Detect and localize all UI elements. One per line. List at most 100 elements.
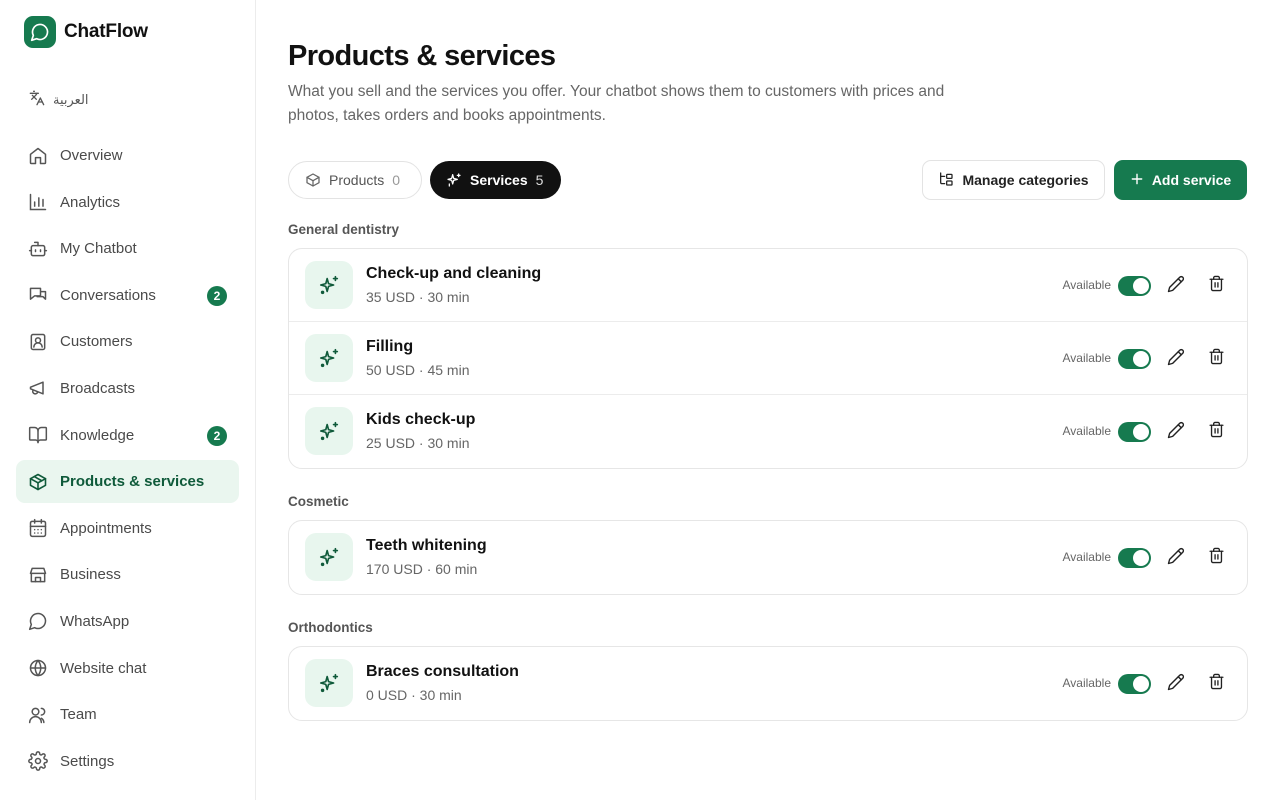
delete-button[interactable] [1205,348,1227,370]
service-row: Check-up and cleaning 35 USD · 30 min Av… [289,249,1247,322]
sparkles-icon [305,533,353,581]
delete-button[interactable] [1205,275,1227,297]
tab-products[interactable]: Products 0 [288,161,422,199]
sidebar-item-whatsapp[interactable]: WhatsApp [16,600,239,643]
toggle-knob [1133,676,1149,692]
sidebar-item-business[interactable]: Business [16,553,239,596]
availability-toggle[interactable] [1118,422,1151,442]
sidebar-item-label: Business [60,566,121,584]
sparkles-icon [305,407,353,455]
language-switch[interactable]: العربية [29,90,89,109]
plus-icon [1130,172,1144,189]
edit-button[interactable] [1165,673,1187,695]
add-service-button[interactable]: Add service [1114,160,1247,200]
page-description: What you sell and the services you offer… [288,83,945,124]
tab-label: Services [470,172,528,188]
sparkles-icon [305,659,353,707]
pencil-icon [1167,547,1185,570]
sidebar-item-label: Appointments [60,519,152,537]
sparkles-icon [305,261,353,309]
contact-icon [28,332,48,352]
unread-badge: 2 [207,285,227,306]
edit-button[interactable] [1165,275,1187,297]
sidebar-item-label: Overview [60,147,123,164]
trash-icon [1208,348,1225,370]
tab-count: 5 [535,172,544,188]
service-row: Teeth whitening 170 USD · 60 min Availab… [289,521,1247,594]
translate-icon [29,90,45,109]
edit-button[interactable] [1165,348,1187,370]
delete-button[interactable] [1205,421,1227,443]
edit-button[interactable] [1165,421,1187,443]
service-card: Braces consultation 0 USD · 30 min Avail… [288,646,1248,721]
service-name: Filling [366,338,414,355]
sparkles-icon [446,172,462,188]
edit-button[interactable] [1165,547,1187,569]
service-name: Braces consultation [366,663,519,680]
tab-label: Products [329,172,385,188]
category-heading: Cosmetic [288,494,349,509]
service-name: Kids check-up [366,411,476,428]
sidebar-item-label: Analytics [60,193,121,211]
chat-circle-icon [28,611,48,631]
service-card: Teeth whitening 170 USD · 60 min Availab… [288,520,1248,595]
sidebar-item-knowledge[interactable]: Knowledge 2 [16,414,239,457]
sidebar-item-label: Settings [60,752,115,770]
pencil-icon [1167,275,1185,298]
toggle-knob [1133,550,1149,566]
store-icon [28,565,48,585]
sidebar-item-my-chatbot[interactable]: My Chatbot [16,227,239,270]
sidebar-item-customers[interactable]: Customers [16,320,239,363]
manage-categories-label: Manage categories [962,172,1089,188]
sidebar-item-overview[interactable]: Overview [16,134,239,177]
box-icon [305,172,321,188]
category-heading: General dentistry [288,222,400,237]
sidebar-item-settings[interactable]: Settings [16,740,239,783]
tab-count: 0 [392,172,401,188]
pencil-icon [1167,348,1185,371]
service-name: Check-up and cleaning [366,265,542,282]
delete-button[interactable] [1205,547,1227,569]
availability-label: Available [1062,676,1111,690]
chat-bubbles-icon [28,285,48,305]
service-price-duration: 50 USD · 45 min [366,362,470,378]
sidebar-item-broadcasts[interactable]: Broadcasts [16,367,239,410]
sparkles-icon [305,334,353,382]
bar-chart-icon [28,192,48,212]
tab-services[interactable]: Services 5 [430,161,561,199]
availability-label: Available [1062,278,1111,292]
sidebar-item-team[interactable]: Team [16,693,239,736]
service-row: Braces consultation 0 USD · 30 min Avail… [289,647,1247,720]
availability-toggle[interactable] [1118,276,1151,296]
manage-categories-button[interactable]: Manage categories [922,160,1105,200]
bot-icon [28,239,48,259]
sidebar-item-website-chat[interactable]: Website chat [16,647,239,690]
category-tree-icon [938,171,954,190]
book-icon [28,425,48,445]
users-icon [28,705,48,725]
availability-toggle[interactable] [1118,674,1151,694]
delete-button[interactable] [1205,673,1227,695]
sidebar-item-analytics[interactable]: Analytics [16,181,239,224]
sidebar-item-conversations[interactable]: Conversations 2 [16,274,239,317]
home-icon [28,146,48,166]
knowledge-badge: 2 [207,425,227,446]
category-heading: Orthodontics [288,620,373,635]
service-row: Kids check-up 25 USD · 30 min Available [289,395,1247,468]
toggle-knob [1133,278,1149,294]
add-service-label: Add service [1151,172,1232,188]
sidebar-item-label: Products & services [60,473,205,491]
service-price-duration: 35 USD · 30 min [366,289,470,305]
globe-icon [28,658,48,678]
availability-label: Available [1062,550,1111,564]
availability-toggle[interactable] [1118,548,1151,568]
brand[interactable]: ChatFlow [24,16,148,48]
availability-toggle[interactable] [1118,349,1151,369]
sidebar-item-label: My Chatbot [60,240,137,258]
calendar-icon [28,518,48,538]
megaphone-icon [28,378,48,398]
sidebar-item-appointments[interactable]: Appointments [16,507,239,550]
sidebar-item-products-services[interactable]: Products & services [16,460,239,504]
service-price-duration: 25 USD · 30 min [366,435,470,451]
trash-icon [1208,275,1225,297]
